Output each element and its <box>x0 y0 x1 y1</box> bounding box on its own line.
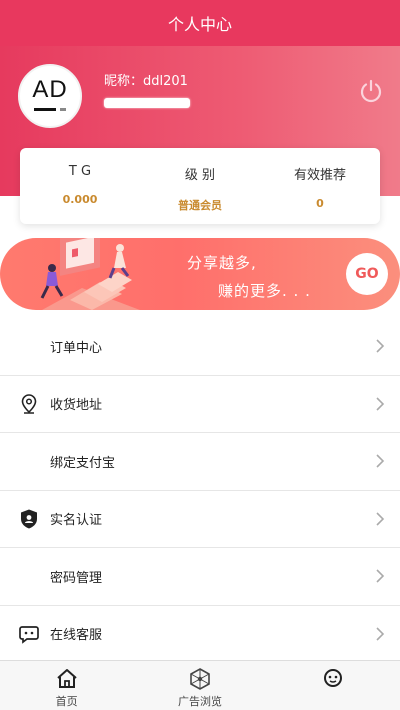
tab-label: 首页 <box>55 695 78 708</box>
location-pin-icon <box>21 393 37 414</box>
bottom-tab-bar: 首页 广告浏览 <box>0 660 400 710</box>
tab-profile[interactable] <box>267 661 400 710</box>
share-banner[interactable]: 分享越多, 赚的更多. . . GO <box>0 238 400 310</box>
page-title: 个人中心 <box>167 15 232 34</box>
menu-item-support[interactable]: 在线客服 <box>0 606 400 663</box>
menu-list: 订单中心 收货地址 绑定支付宝 实名认证 密码管理 在线客服 <box>0 318 400 663</box>
chevron-right-icon <box>376 339 385 353</box>
go-button[interactable]: GO <box>346 253 388 295</box>
menu-item-password[interactable]: 密码管理 <box>0 548 400 606</box>
share-illustration <box>40 238 140 310</box>
stat-value: 0.000 <box>62 193 98 206</box>
home-icon <box>56 669 77 688</box>
chat-icon <box>19 625 39 644</box>
masked-account <box>104 98 190 108</box>
banner-line-1: 分享越多, <box>187 254 257 272</box>
avatar[interactable]: AD <box>18 64 82 128</box>
chevron-right-icon <box>376 454 385 468</box>
menu-item-verification[interactable]: 实名认证 <box>0 491 400 548</box>
face-icon <box>324 669 343 687</box>
nickname: 昵称：ddl201 <box>104 74 188 89</box>
banner-line-2: 赚的更多. . . <box>218 282 311 300</box>
stat-value: 0 <box>316 197 324 210</box>
menu-item-label: 订单中心 <box>50 340 103 356</box>
network-icon <box>190 668 210 690</box>
menu-item-address[interactable]: 收货地址 <box>0 376 400 433</box>
stat-tg[interactable]: T G 0.000 <box>20 148 140 224</box>
tab-ads[interactable]: 广告浏览 <box>133 661 266 710</box>
chevron-right-icon <box>376 512 385 526</box>
avatar-mark-small <box>60 108 66 111</box>
stats-card: T G 0.000 级 别 普通会员 有效推荐 0 <box>20 148 380 224</box>
tab-home[interactable]: 首页 <box>0 661 133 710</box>
menu-item-orders[interactable]: 订单中心 <box>0 318 400 376</box>
menu-item-label: 实名认证 <box>50 513 103 529</box>
menu-item-label: 密码管理 <box>50 570 103 586</box>
chevron-right-icon <box>376 569 385 583</box>
power-icon[interactable] <box>358 78 384 104</box>
chevron-right-icon <box>376 627 385 641</box>
shield-user-icon <box>21 509 37 529</box>
tab-label: 广告浏览 <box>177 695 222 708</box>
stat-referrals[interactable]: 有效推荐 0 <box>260 148 380 224</box>
stat-label: 有效推荐 <box>293 168 346 183</box>
menu-item-alipay[interactable]: 绑定支付宝 <box>0 433 400 491</box>
menu-item-label: 绑定支付宝 <box>50 455 116 471</box>
menu-item-label: 收货地址 <box>50 398 103 414</box>
stat-level[interactable]: 级 别 普通会员 <box>140 148 260 224</box>
stat-label: 级 别 <box>184 168 216 183</box>
avatar-mark <box>34 108 56 111</box>
avatar-text: AD <box>32 76 68 103</box>
menu-item-label: 在线客服 <box>50 628 103 644</box>
stat-label: T G <box>68 164 92 179</box>
chevron-right-icon <box>376 397 385 411</box>
stat-value: 普通会员 <box>178 199 222 212</box>
top-bar: 个人中心 <box>0 0 400 46</box>
